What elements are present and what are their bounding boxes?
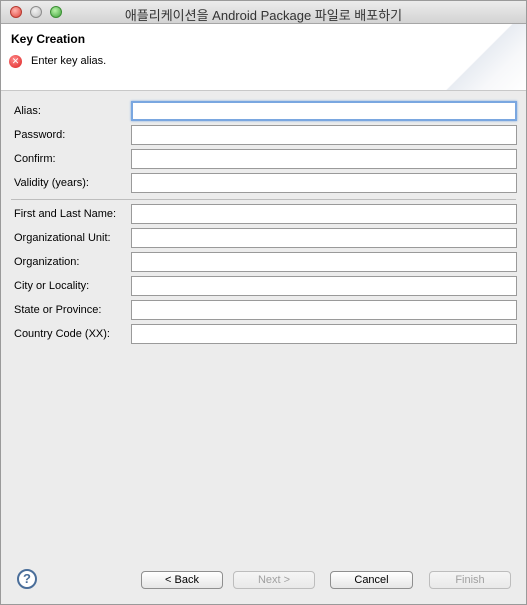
organization-label: Organization:	[14, 256, 80, 268]
name-input[interactable]	[131, 204, 517, 224]
password-input[interactable]	[131, 125, 517, 145]
cancel-button[interactable]: Cancel	[330, 571, 413, 589]
error-icon: ✕	[9, 55, 22, 68]
country-code-input[interactable]	[131, 324, 517, 344]
validity-input[interactable]	[131, 173, 517, 193]
section-divider	[11, 199, 516, 200]
window-title: 애플리케이션을 Android Package 파일로 배포하기	[124, 8, 403, 23]
banner-message: Enter key alias.	[31, 55, 107, 67]
validity-label: Validity (years):	[14, 177, 89, 189]
city-label: City or Locality:	[14, 280, 90, 292]
help-button[interactable]: ?	[17, 569, 37, 589]
org-unit-input[interactable]	[131, 228, 517, 248]
confirm-label: Confirm:	[14, 153, 56, 165]
country-code-label: Country Code (XX):	[14, 328, 110, 340]
password-label: Password:	[14, 129, 66, 141]
next-button[interactable]: Next >	[233, 571, 315, 589]
organization-input[interactable]	[131, 252, 517, 272]
page-title: Key Creation	[11, 32, 86, 46]
banner-graphic	[446, 24, 526, 90]
wizard-window: 애플리케이션을 Android Package 파일로 배포하기 Key Cre…	[0, 0, 527, 605]
alias-label: Alias:	[14, 105, 41, 117]
back-button[interactable]: < Back	[141, 571, 223, 589]
state-input[interactable]	[131, 300, 517, 320]
state-label: State or Province:	[14, 304, 102, 316]
confirm-input[interactable]	[131, 149, 517, 169]
org-unit-label: Organizational Unit:	[14, 232, 111, 244]
alias-input[interactable]	[131, 101, 517, 121]
name-label: First and Last Name:	[14, 208, 117, 220]
finish-button[interactable]: Finish	[429, 571, 511, 589]
wizard-banner: Key Creation ✕ Enter key alias.	[1, 24, 526, 91]
city-input[interactable]	[131, 276, 517, 296]
title-bar: 애플리케이션을 Android Package 파일로 배포하기	[1, 1, 526, 24]
